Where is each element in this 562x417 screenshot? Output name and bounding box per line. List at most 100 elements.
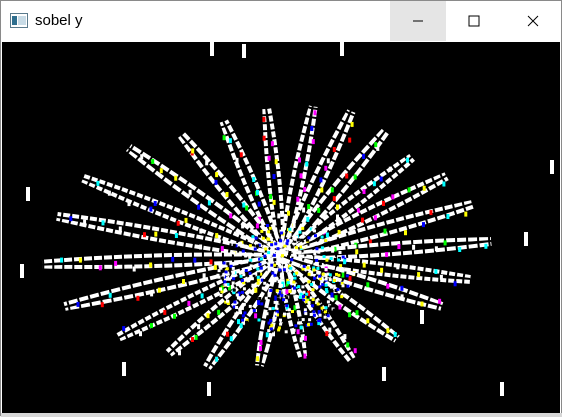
edge-pixel [237,319,240,325]
center-pixel [266,224,269,227]
edge-pixel [442,181,446,187]
edge-pixel [397,244,401,249]
edge-pixel [355,249,359,255]
center-pixel [260,302,264,306]
center-pixel [232,277,236,281]
title-bar[interactable]: sobel y [1,1,561,41]
center-pixel [270,243,274,247]
edge-pixel [313,110,317,116]
center-pixel [302,295,305,299]
edge-pixel [302,207,306,213]
center-pixel [301,318,305,322]
edge-pixel [269,194,273,200]
center-pixel [324,306,328,310]
center-pixel [338,251,342,254]
center-pixel [226,262,230,266]
edge-pixel [239,152,243,158]
center-pixel [290,258,294,262]
center-pixel [247,282,250,286]
center-pixel [325,258,329,262]
edge-pixel [348,137,352,143]
center-pixel [278,305,282,309]
center-pixel [321,265,325,269]
edge-pixel [199,228,203,234]
edge-pixel [396,264,400,270]
edge-pixel [193,257,197,263]
center-pixel [323,315,327,319]
center-pixel [280,294,284,297]
center-pixel [226,299,229,303]
center-pixel [307,323,310,327]
edge-pixel [202,273,206,279]
edge-pixel [362,262,366,268]
image-canvas [2,42,560,414]
center-pixel [259,266,263,270]
center-pixel [293,314,297,318]
center-pixel [324,277,328,281]
edge-pixel [159,168,163,174]
edge-pixel [229,336,233,342]
center-pixel [333,257,337,261]
center-pixel [258,297,262,300]
noise-bar [500,382,504,396]
edge-pixel [307,204,311,210]
center-pixel [267,266,271,270]
minimize-button[interactable] [390,1,446,41]
edge-pixel [272,199,276,205]
center-pixel [341,255,345,259]
center-pixel [285,296,289,300]
edge-pixel [320,187,324,193]
edge-pixel [325,232,329,238]
maximize-button[interactable] [446,1,502,41]
center-pixel [280,276,284,279]
window-title: sobel y [35,12,83,29]
close-button[interactable] [505,1,561,41]
center-pixel [239,241,243,245]
center-pixel [241,290,244,294]
center-pixel [311,288,315,292]
edge-pixel [299,337,303,343]
edge-pixel [140,154,144,160]
center-pixel [258,234,261,238]
edge-pixel [361,217,364,223]
edge-pixel [332,147,336,152]
center-pixel [315,280,319,284]
center-pixel [253,265,257,269]
edge-pixel [107,190,111,196]
edge-pixel [379,176,383,182]
edge-pixel [325,331,329,337]
center-pixel [224,283,228,287]
center-pixel [278,300,282,304]
edge-pixel [143,232,146,238]
center-pixel [282,260,286,263]
center-pixel [241,249,245,253]
app-window: sobel y [0,0,562,417]
edge-pixel [330,187,334,193]
center-pixel [223,280,227,284]
center-pixel [273,300,277,304]
center-pixel [244,254,248,258]
center-pixel [316,302,320,306]
center-pixel [292,223,296,227]
center-pixel [267,321,271,325]
edge-pixel [324,165,328,171]
center-pixel [232,288,236,292]
edge-pixel [188,189,192,195]
center-pixel [292,248,296,252]
edge-pixel [215,233,219,239]
edge-pixel [262,135,266,141]
center-pixel [315,247,319,251]
center-pixel [285,304,289,308]
center-pixel [231,266,235,270]
edge-pixel [207,200,211,206]
sobel-y-image [2,42,560,414]
center-pixel [239,311,242,315]
center-pixel [330,285,333,289]
center-pixel [253,284,257,287]
center-pixel [279,322,283,326]
center-pixel [269,289,273,292]
edge-pixel [217,309,221,315]
edge-pixel [328,327,332,333]
edge-pixel [239,323,243,329]
edge-pixel [174,233,178,238]
